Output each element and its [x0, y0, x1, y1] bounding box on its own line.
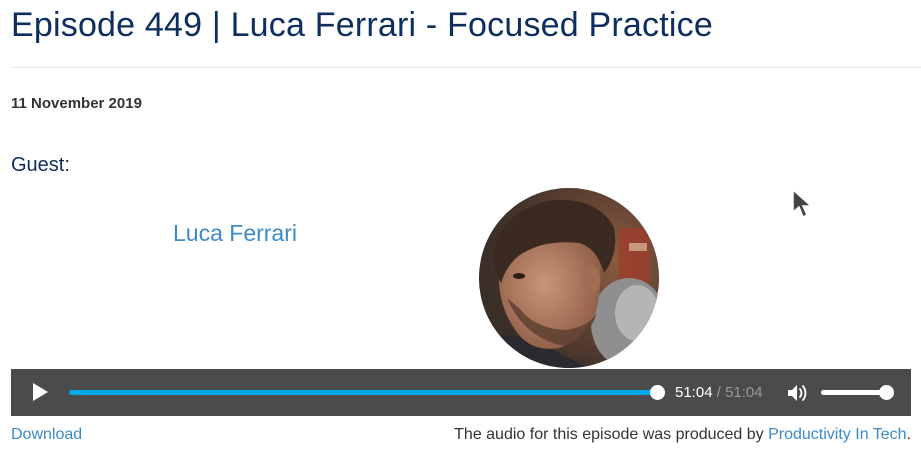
duration: 51:04 [725, 384, 763, 401]
volume-handle[interactable] [879, 385, 894, 400]
mouse-cursor-icon [792, 188, 813, 219]
guest-photo [479, 188, 659, 368]
volume-slider[interactable] [821, 385, 894, 400]
title-divider [11, 67, 921, 68]
time-separator: / [716, 384, 721, 401]
progress-bar[interactable] [69, 385, 665, 400]
progress-handle[interactable] [650, 385, 665, 400]
productivity-in-tech-link[interactable]: Productivity In Tech [768, 426, 906, 443]
time-display: 51:04 / 51:04 [675, 384, 763, 401]
guest-name-link[interactable]: Luca Ferrari [173, 220, 297, 247]
current-time: 51:04 [675, 384, 713, 401]
guest-avatar [479, 188, 659, 368]
guest-label: Guest: [11, 154, 70, 176]
volume-high-icon[interactable] [787, 383, 809, 403]
credit-period: . [906, 426, 911, 443]
page-title: Episode 449 | Luca Ferrari - Focused Pra… [11, 6, 713, 44]
production-credit: The audio for this episode was produced … [454, 426, 911, 444]
volume-fill [821, 390, 886, 395]
download-link[interactable]: Download [11, 426, 82, 444]
credit-text: The audio for this episode was produced … [454, 426, 769, 443]
audio-player: 51:04 / 51:04 [11, 369, 911, 416]
episode-date: 11 November 2019 [11, 95, 142, 112]
progress-fill [69, 390, 657, 395]
play-icon[interactable] [31, 382, 49, 402]
